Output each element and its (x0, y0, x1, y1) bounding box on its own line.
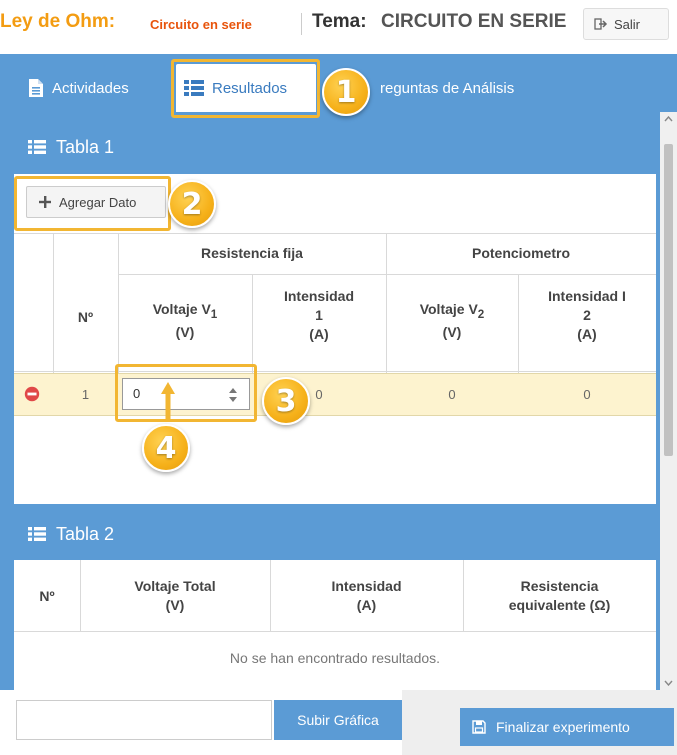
finish-experiment-label: Finalizar experimento (496, 719, 630, 735)
t2-col-resistencia: Resistencia equivalente (Ω) (508, 578, 611, 613)
cell-v2: 0 (448, 387, 456, 402)
highlight-box-3 (115, 364, 257, 422)
scroll-up-icon[interactable] (664, 116, 673, 122)
tab-actividades[interactable]: Actividades (28, 64, 129, 112)
lab-title: Ley de Ohm: (0, 11, 116, 32)
col-header-v1: Voltaje V1 (V) (152, 301, 218, 340)
tema-value: CIRCUITO EN SERIE (381, 11, 567, 32)
col-header-v2: Voltaje V2 (V) (419, 301, 485, 340)
tabla1-title: Tabla 1 (56, 136, 115, 157)
tab-preguntas[interactable]: reguntas de Análisis (380, 64, 514, 112)
header-separator (301, 13, 302, 35)
tabla2-title: Tabla 2 (56, 523, 115, 544)
document-icon (29, 79, 43, 97)
graph-file-input[interactable] (16, 700, 272, 740)
highlight-box-1 (171, 59, 320, 118)
tabla2-header: Tabla 2 (14, 508, 656, 560)
callout-3: 3 (262, 377, 310, 425)
col-header-i1: Intensidad 1 (A) (283, 288, 354, 342)
t2-col-intensidad: Intensidad (A) (331, 578, 402, 613)
top-header: Ley de Ohm: Circuito en serie Tema: CIRC… (0, 0, 677, 50)
delete-row-icon[interactable] (24, 386, 40, 402)
table-rule (14, 233, 656, 234)
save-icon (472, 720, 486, 734)
logout-button[interactable]: Salir (583, 8, 669, 40)
tabla1-header: Tabla 1 (14, 120, 656, 174)
t2-col-voltaje: Voltaje Total (V) (134, 578, 216, 613)
upload-graph-label: Subir Gráfica (297, 712, 379, 728)
list-icon (28, 527, 46, 541)
table-rule (53, 233, 54, 373)
arrow-up-icon (161, 382, 175, 420)
callout-2: 2 (168, 180, 216, 228)
highlight-box-2 (14, 176, 171, 231)
finish-experiment-button[interactable]: Finalizar experimento (460, 708, 674, 746)
cell-i2: 0 (583, 387, 591, 402)
scrollbar-thumb[interactable] (664, 144, 673, 456)
table-rule (118, 274, 656, 275)
callout-1: 1 (322, 68, 370, 116)
t2-col-num: Nº (39, 588, 55, 604)
tab-preguntas-label: reguntas de Análisis (380, 79, 515, 97)
col-header-i2: Intensidad I 2 (A) (548, 288, 626, 342)
group-header-resistencia: Resistencia fija (201, 245, 303, 261)
tab-actividades-label: Actividades (52, 79, 129, 97)
lab-subtitle: Circuito en serie (150, 17, 252, 32)
empty-message: No se han encontrado resultados. (229, 650, 441, 666)
table-rule (14, 371, 656, 372)
scroll-down-icon[interactable] (664, 680, 673, 686)
list-icon (28, 140, 46, 154)
callout-4: 4 (142, 424, 190, 472)
sign-out-icon (594, 18, 608, 30)
row-number: 1 (81, 387, 90, 402)
tema-label: Tema: (312, 11, 367, 32)
upload-graph-button[interactable]: Subir Gráfica (274, 700, 402, 740)
group-header-potenciometro: Potenciometro (471, 245, 570, 261)
table-rule (14, 631, 656, 632)
logout-label: Salir (614, 16, 641, 32)
col-header-num: Nº (77, 309, 94, 325)
